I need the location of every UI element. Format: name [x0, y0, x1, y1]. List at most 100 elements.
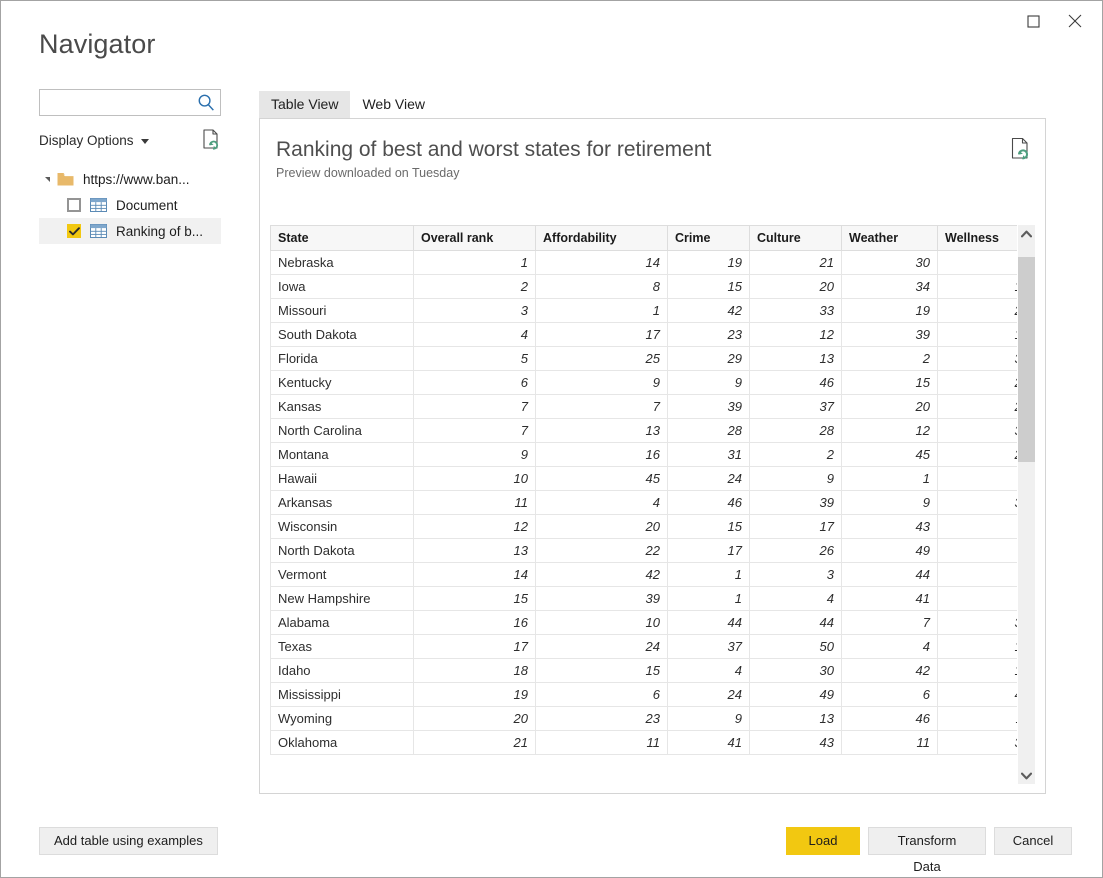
cell-value: 11 [937, 706, 1017, 731]
tree-item-label: Ranking of b... [116, 223, 204, 239]
refresh-document-icon[interactable] [201, 129, 221, 151]
tree-checkbox-ranking[interactable] [67, 224, 81, 238]
table-area: State Overall rank Affordability Crime Cultu… [270, 225, 1035, 784]
add-table-using-examples-button[interactable]: Add table using examples [39, 827, 218, 855]
table-row[interactable]: Kentucky699461524 [270, 370, 1017, 395]
navigator-dialog: Navigator Display Options https://www.ba… [0, 0, 1103, 878]
cell-value: 14 [535, 250, 668, 275]
table-row[interactable]: Arkansas1144639934 [270, 490, 1017, 515]
cell-value: 12 [937, 274, 1017, 299]
table-row[interactable]: Mississippi1962449640 [270, 682, 1017, 707]
tree-checkbox-document[interactable] [67, 198, 81, 212]
column-header[interactable]: Affordability [535, 225, 668, 251]
chevron-up-icon [1021, 230, 1032, 237]
table-row[interactable]: Oklahoma211141431135 [270, 730, 1017, 755]
close-button[interactable] [1054, 7, 1096, 35]
column-header[interactable]: Crime [667, 225, 750, 251]
cell-state: Vermont [270, 562, 414, 587]
column-header[interactable]: Culture [749, 225, 842, 251]
table-row[interactable]: Vermont144213441 [270, 562, 1017, 587]
table-row[interactable]: Hawaii104524919 [270, 466, 1017, 491]
table-row[interactable]: Wisconsin12201517437 [270, 514, 1017, 539]
table-row[interactable]: Alabama16104444731 [270, 610, 1017, 635]
cell-value: 44 [841, 562, 938, 587]
table-row[interactable]: Montana9163124520 [270, 442, 1017, 467]
transform-data-button[interactable]: Transform Data [868, 827, 986, 874]
cell-value: 3 [413, 298, 536, 323]
table-row[interactable]: Florida5252913231 [270, 346, 1017, 371]
cell-state: New Hampshire [270, 586, 414, 611]
cell-value: 17 [413, 634, 536, 659]
cell-value: 10 [413, 466, 536, 491]
table-row[interactable]: Iowa2815203412 [270, 274, 1017, 299]
cell-value: 2 [413, 274, 536, 299]
table-row[interactable]: Texas17243750413 [270, 634, 1017, 659]
checkmark-icon [68, 226, 80, 235]
display-options-dropdown[interactable]: Display Options [39, 133, 149, 148]
maximize-button[interactable] [1012, 7, 1054, 35]
cell-value: 5 [413, 346, 536, 371]
table-row[interactable]: North Carolina71328281233 [270, 418, 1017, 443]
vertical-scrollbar[interactable] [1017, 225, 1035, 784]
display-options-row: Display Options [39, 128, 221, 152]
cell-value: 4 [413, 322, 536, 347]
table-row[interactable]: South Dakota41723123910 [270, 322, 1017, 347]
column-header[interactable]: State [270, 225, 414, 251]
tab-table-view[interactable]: Table View [259, 91, 351, 118]
tab-web-view[interactable]: Web View [350, 91, 437, 118]
cell-value: 37 [749, 394, 842, 419]
cell-value: 4 [667, 658, 750, 683]
cell-value: 44 [749, 610, 842, 635]
table-row[interactable]: Wyoming20239134611 [270, 706, 1017, 731]
display-options-label: Display Options [39, 132, 134, 148]
search-input[interactable] [40, 90, 192, 115]
table-row[interactable]: Missouri3142331927 [270, 298, 1017, 323]
scrollbar-thumb[interactable] [1018, 257, 1035, 462]
cell-value: 15 [667, 514, 750, 539]
scroll-down-button[interactable] [1018, 767, 1035, 784]
table-row[interactable]: North Dakota13221726492 [270, 538, 1017, 563]
column-header[interactable]: Wellness [937, 225, 1017, 251]
tree-item-document[interactable]: Document [39, 192, 221, 218]
cell-value: 27 [937, 298, 1017, 323]
cell-value: 46 [749, 370, 842, 395]
table-row[interactable]: Nebraska1141921308 [270, 250, 1017, 275]
table-body: Nebraska1141921308Iowa2815203412Missouri… [270, 250, 1017, 755]
table-row[interactable]: New Hampshire153914413 [270, 586, 1017, 611]
cell-value: 1 [413, 250, 536, 275]
cell-value: 37 [667, 634, 750, 659]
scroll-up-button[interactable] [1018, 225, 1035, 242]
expand-triangle-icon[interactable] [45, 177, 50, 182]
folder-icon [57, 173, 74, 186]
cell-value: 31 [937, 346, 1017, 371]
search-box[interactable] [39, 89, 221, 116]
cell-value: 41 [667, 730, 750, 755]
column-header[interactable]: Weather [841, 225, 938, 251]
cell-value: 24 [937, 370, 1017, 395]
cell-state: Wisconsin [270, 514, 414, 539]
cell-value: 25 [535, 346, 668, 371]
cell-value: 13 [749, 346, 842, 371]
cell-value: 14 [413, 562, 536, 587]
column-header[interactable]: Overall rank [413, 225, 536, 251]
tree-item-ranking[interactable]: Ranking of b... [39, 218, 221, 244]
tree-item-label: https://www.ban... [83, 171, 190, 187]
cell-value: 11 [841, 730, 938, 755]
cell-value: 13 [413, 538, 536, 563]
cell-value: 16 [413, 610, 536, 635]
cell-value: 7 [413, 418, 536, 443]
cancel-button[interactable]: Cancel [994, 827, 1072, 855]
table-row[interactable]: Kansas7739372021 [270, 394, 1017, 419]
load-button[interactable]: Load [786, 827, 860, 855]
dialog-footer: Add table using examples Load Transform … [1, 815, 1102, 877]
cell-value: 8 [535, 274, 668, 299]
tree-item-source-url[interactable]: https://www.ban... [39, 166, 221, 192]
table-row[interactable]: Idaho18154304215 [270, 658, 1017, 683]
cell-value: 19 [841, 298, 938, 323]
refresh-document-icon[interactable] [1009, 137, 1031, 161]
cell-value: 20 [937, 442, 1017, 467]
cell-value: 39 [841, 322, 938, 347]
search-icon [198, 94, 214, 111]
navigator-right-panel: Table View Web View Ranking of best and … [259, 91, 1046, 794]
cell-value: 12 [749, 322, 842, 347]
